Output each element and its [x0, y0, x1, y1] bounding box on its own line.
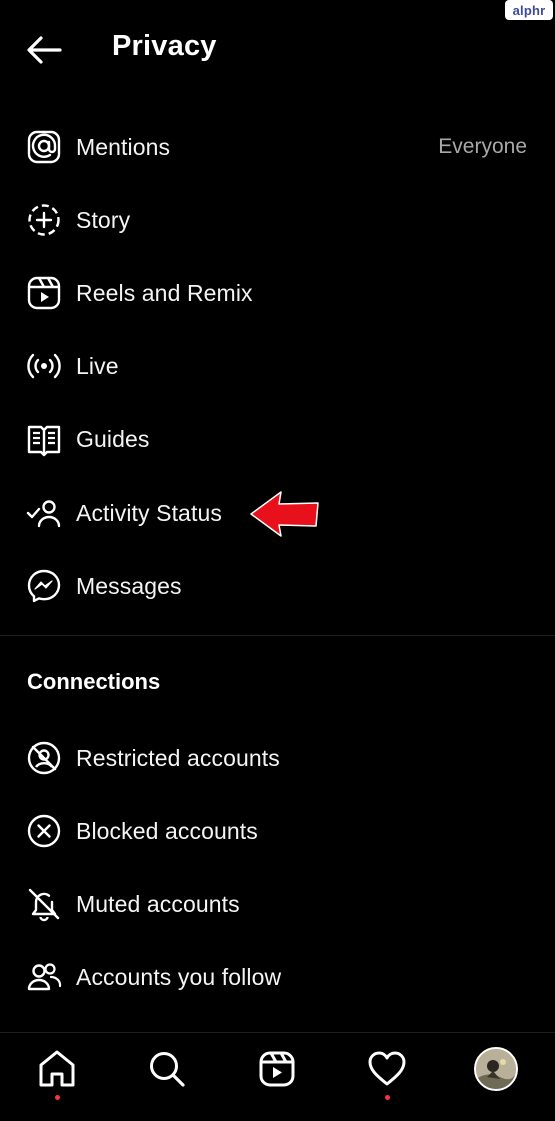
- restricted-icon: [27, 741, 61, 775]
- restricted-accounts-label: Restricted accounts: [76, 744, 280, 771]
- reels-nav-icon[interactable]: [255, 1047, 299, 1091]
- mentions-value: Everyone: [438, 135, 527, 158]
- accounts-you-follow-label: Accounts you follow: [76, 963, 282, 990]
- story-label: Story: [76, 206, 131, 233]
- messages-label: Messages: [76, 572, 182, 599]
- privacy-item-guides[interactable]: Guides: [0, 411, 555, 467]
- story-add-icon: [28, 204, 60, 236]
- connections-item-blocked[interactable]: Blocked accounts: [0, 803, 555, 859]
- reels-icon: [27, 276, 61, 310]
- privacy-item-mentions[interactable]: Mentions Everyone: [0, 119, 555, 175]
- profile-avatar[interactable]: [474, 1047, 518, 1091]
- section-divider: [0, 635, 555, 636]
- home-icon[interactable]: [35, 1047, 79, 1091]
- page-title: Privacy: [112, 30, 217, 62]
- red-pointer-arrow: [250, 491, 319, 537]
- connections-heading: Connections: [27, 669, 161, 694]
- messenger-icon: [27, 569, 61, 603]
- bottom-navigation-bar: [0, 1032, 555, 1121]
- home-notification-dot: [55, 1095, 60, 1100]
- live-broadcast-icon: [27, 353, 61, 379]
- header: Privacy: [0, 20, 555, 80]
- muted-bell-icon: [28, 888, 60, 922]
- mentions-label: Mentions: [76, 133, 171, 160]
- people-icon: [27, 963, 62, 991]
- search-icon[interactable]: [145, 1047, 189, 1091]
- activity-status-label: Activity Status: [76, 499, 222, 526]
- privacy-item-live[interactable]: Live: [0, 338, 555, 394]
- connections-item-following[interactable]: Accounts you follow: [0, 949, 555, 1005]
- guides-book-icon: [27, 425, 61, 457]
- heart-icon[interactable]: [365, 1047, 409, 1091]
- privacy-item-messages[interactable]: Messages: [0, 558, 555, 614]
- back-arrow-icon[interactable]: [24, 34, 64, 66]
- connections-item-muted[interactable]: Muted accounts: [0, 876, 555, 932]
- live-label: Live: [76, 352, 119, 379]
- muted-accounts-label: Muted accounts: [76, 890, 240, 917]
- at-sign-icon: [27, 130, 61, 164]
- activity-notification-dot: [385, 1095, 390, 1100]
- reels-and-remix-label: Reels and Remix: [76, 279, 253, 306]
- alphr-watermark: alphr: [505, 0, 553, 20]
- privacy-item-story[interactable]: Story: [0, 192, 555, 248]
- blocked-accounts-label: Blocked accounts: [76, 817, 258, 844]
- activity-status-icon: [26, 500, 61, 528]
- connections-item-restricted[interactable]: Restricted accounts: [0, 730, 555, 786]
- privacy-item-reels-and-remix[interactable]: Reels and Remix: [0, 265, 555, 321]
- avatar-image: [476, 1049, 516, 1089]
- blocked-icon: [27, 814, 61, 848]
- guides-label: Guides: [76, 425, 150, 452]
